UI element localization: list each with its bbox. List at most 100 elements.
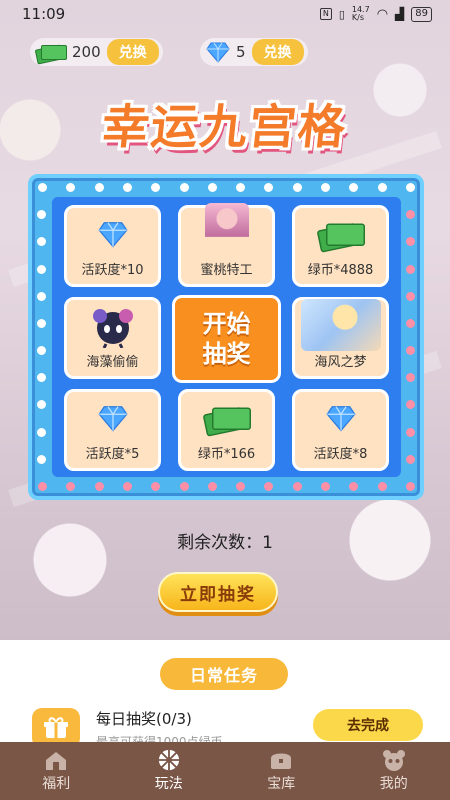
grid-cell-prize-2: 蜜桃特工 xyxy=(178,203,275,287)
board-light xyxy=(179,183,189,192)
go-complete-button[interactable]: 去完成 xyxy=(313,709,423,741)
character-portrait xyxy=(204,203,249,259)
board-light xyxy=(37,291,46,301)
network-speed: 14.7 K/s xyxy=(351,5,370,22)
diamond-icon xyxy=(97,405,128,431)
diamond-icon xyxy=(97,221,128,247)
board-light xyxy=(292,183,302,192)
grid-cell-prize-3: 绿币*4888 xyxy=(292,205,389,287)
board-light xyxy=(406,291,415,301)
nav-tab-welfare[interactable]: 福利 xyxy=(0,742,113,800)
board-light xyxy=(37,427,46,437)
draw-now-button[interactable]: 立即抽奖 xyxy=(158,572,278,612)
exchange-cash-button[interactable]: 兑换 xyxy=(106,39,159,65)
signal-icon: ▟ xyxy=(395,7,405,21)
nav-label: 宝库 xyxy=(267,776,296,792)
grid-cell-prize-5: 海风之梦 xyxy=(292,297,389,379)
board-light xyxy=(264,183,274,192)
cash-amount: 200 xyxy=(72,43,101,61)
board-light xyxy=(321,482,331,491)
home-icon xyxy=(46,752,67,770)
nav-tab-mine[interactable]: 我的 xyxy=(338,742,450,800)
wifi-icon: ◠ xyxy=(376,6,389,22)
exchange-diamond-button[interactable]: 兑换 xyxy=(251,39,304,65)
board-light xyxy=(94,183,104,192)
board-light xyxy=(406,183,415,192)
board-light xyxy=(406,427,415,437)
board-light xyxy=(377,482,387,491)
board-light xyxy=(236,482,246,491)
chest-icon xyxy=(271,753,292,769)
daily-tasks-header: 日常任务 xyxy=(160,658,288,690)
board-light xyxy=(122,482,132,491)
board-light xyxy=(207,482,217,491)
board-light xyxy=(406,346,415,356)
board-light xyxy=(151,482,161,491)
page-title: 幸运九宫格 xyxy=(99,100,350,155)
nav-tab-play[interactable]: 玩法 xyxy=(113,742,226,800)
board-light xyxy=(38,482,47,491)
grid-cell-prize-8: 活跃度*8 xyxy=(292,389,389,471)
board-light xyxy=(151,183,161,192)
remaining-draws: 剩余次数：1 xyxy=(177,533,273,553)
status-time: 11:09 xyxy=(22,5,66,23)
board-light xyxy=(37,237,46,247)
diamond-balance: 5 兑换 xyxy=(200,38,308,66)
prize-label: 绿币*4888 xyxy=(307,263,374,278)
board-light xyxy=(66,183,76,192)
diamond-icon xyxy=(325,405,356,431)
board-light xyxy=(37,454,46,464)
board-light xyxy=(122,183,132,192)
status-bar: 11:09 N ▯ 14.7 K/s ◠ ▟ 89 xyxy=(0,0,450,28)
diamond-icon xyxy=(206,41,230,63)
board-light xyxy=(37,400,46,410)
start-label-line1: 开始 xyxy=(202,310,251,338)
prize-label: 活跃度*10 xyxy=(81,263,144,278)
board-light xyxy=(37,373,46,383)
board-light xyxy=(66,482,76,491)
board-light xyxy=(94,482,104,491)
nav-label: 我的 xyxy=(379,776,408,792)
cash-balance: 200 兑换 xyxy=(30,38,163,66)
vibrate-icon: ▯ xyxy=(338,7,345,21)
board-light xyxy=(406,400,415,410)
board-light xyxy=(37,264,46,274)
board-light xyxy=(37,318,46,328)
diamond-amount: 5 xyxy=(236,43,246,61)
board-light xyxy=(37,346,46,356)
prize-label: 蜜桃特工 xyxy=(200,263,253,278)
grid-cell-prize-4: 海藻偷偷 xyxy=(64,297,161,379)
board-light xyxy=(349,183,359,192)
board-light xyxy=(236,183,246,192)
nav-label: 福利 xyxy=(42,776,71,792)
board-light xyxy=(38,183,47,192)
board-light xyxy=(406,210,415,220)
board-light xyxy=(321,183,331,192)
grid-cell-prize-1: 活跃度*10 xyxy=(64,205,161,287)
task-title: 每日抽奖(0/3) xyxy=(96,710,192,728)
nfc-icon: N xyxy=(319,8,332,20)
cash-icon xyxy=(204,403,251,433)
bottom-nav: 福利 玩法 宝库 我的 xyxy=(0,742,450,800)
grid-cell-prize-7: 绿币*166 xyxy=(178,389,275,471)
board-light xyxy=(264,482,274,491)
lottery-board: 活跃度*10 蜜桃特工 绿币*4888 海藻偷偷 开始 抽奖 海风之梦 活跃度*… xyxy=(28,174,424,500)
start-label-line2: 抽奖 xyxy=(202,340,251,368)
board-light xyxy=(406,454,415,464)
board-light xyxy=(406,264,415,274)
cash-icon xyxy=(36,42,67,62)
nav-tab-treasury[interactable]: 宝库 xyxy=(225,742,338,800)
board-light xyxy=(349,482,359,491)
board-light xyxy=(377,183,387,192)
prize-label: 海风之梦 xyxy=(314,355,367,370)
nav-label: 玩法 xyxy=(154,776,183,792)
board-light xyxy=(207,183,217,192)
grid-cell-prize-6: 活跃度*5 xyxy=(64,389,161,471)
board-light xyxy=(37,210,46,220)
board-light xyxy=(406,237,415,247)
board-light xyxy=(292,482,302,491)
board-light xyxy=(406,482,415,491)
start-draw-button[interactable]: 开始 抽奖 xyxy=(172,295,281,383)
cash-icon xyxy=(318,219,365,249)
board-inner: 活跃度*10 蜜桃特工 绿币*4888 海藻偷偷 开始 抽奖 海风之梦 活跃度*… xyxy=(52,197,401,477)
